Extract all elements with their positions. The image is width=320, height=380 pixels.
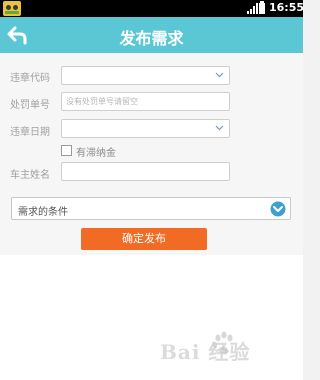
violation-date-select[interactable] [61,119,230,138]
chevron-down-icon [215,125,224,131]
title-bar: 发布需求 [0,17,303,53]
penalty-number-label: 处罚单号 [10,100,50,111]
baidu-jingyan-watermark: Bai 经验 [160,330,303,370]
expand-down-icon[interactable] [270,201,286,217]
penalty-number-placeholder: 没有处罚单号请留空 [66,97,138,106]
status-bar: 16:55 [0,0,305,17]
page-title: 发布需求 [119,29,184,48]
conditions-dropdown[interactable]: 需求的条件 [11,197,291,220]
late-fee-label: 有滞纳金 [76,148,116,159]
owner-name-input[interactable] [61,162,230,181]
watermark-text: Bai 经验 [160,340,251,364]
paw-logo-icon [212,331,233,354]
owner-name-label: 车主姓名 [10,170,50,181]
violation-code-select[interactable] [61,66,230,85]
chevron-down-icon [215,72,224,78]
violation-code-label: 违章代码 [10,73,50,84]
app-notification-icon [3,1,21,16]
violation-date-label: 违章日期 [10,127,50,138]
penalty-number-input[interactable]: 没有处罚单号请留空 [61,92,230,111]
publish-button[interactable]: 确定发布 [81,228,207,250]
conditions-label: 需求的条件 [18,207,68,218]
battery-icon [259,1,265,14]
signal-icon [247,3,258,14]
status-time: 16:55 [269,1,305,14]
late-fee-checkbox[interactable] [61,145,72,156]
